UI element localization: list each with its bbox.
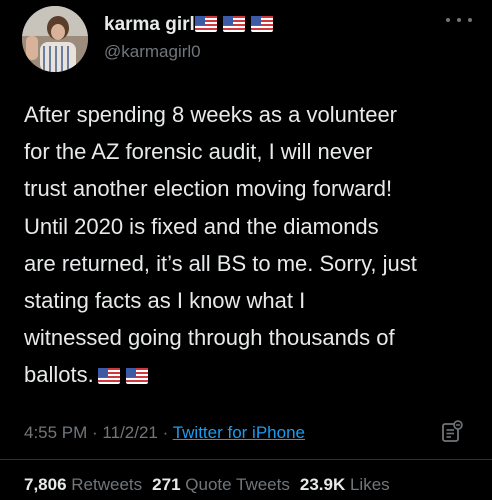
tweet-source-link[interactable]: Twitter for iPhone <box>173 423 305 442</box>
meta-separator: · <box>157 423 173 442</box>
likes-label: Likes <box>349 475 390 494</box>
avatar[interactable] <box>22 6 88 72</box>
us-flag-icon <box>251 16 273 32</box>
tweet-time[interactable]: 4:55 PM <box>24 423 87 442</box>
quote-tweets-count: 271 <box>152 475 181 494</box>
us-flag-icon <box>125 358 148 385</box>
user-handle[interactable]: @karmagirl0 <box>104 42 201 62</box>
retweets-count: 7,806 <box>24 475 67 494</box>
tweet-text-line: witnessed going through thousands of <box>24 325 395 351</box>
quote-tweets-stat[interactable]: 271 Quote Tweets <box>152 475 290 494</box>
more-dot <box>457 18 461 22</box>
tweet-text-line: ballots. <box>24 362 94 388</box>
tweet-text-last-line: ballots. <box>24 356 490 393</box>
tweet-text-line: After spending 8 weeks as a volunteer <box>24 102 398 127</box>
likes-count: 23.9K <box>299 475 346 494</box>
tweet-text-line: stating facts as I know what I <box>24 288 306 314</box>
retweets-label: Retweets <box>71 475 143 494</box>
likes-stat[interactable]: 23.9K Likes <box>300 475 390 494</box>
us-flag-icon <box>97 358 120 385</box>
tweet-text-line: are returned, it’s all BS to me. Sorry, … <box>24 250 417 276</box>
retweets-stat[interactable]: 7,806 Retweets <box>24 475 142 494</box>
us-flag-icon <box>223 16 245 32</box>
tweet-text-line: for the AZ forensic audit, I will never <box>24 139 373 165</box>
display-name[interactable]: karma girl <box>104 14 195 36</box>
tweet-text-line: trust another election moving forward! <box>24 176 393 202</box>
tweet-text: After spending 8 weeks as a volunteer fo… <box>24 96 490 394</box>
tweet-stats: 7,806 Retweets 271 Quote Tweets 23.9K Like… <box>24 475 390 495</box>
trailing-flags <box>97 358 148 385</box>
tweet-date[interactable]: 11/2/21 <box>102 423 157 442</box>
more-dot <box>446 18 450 22</box>
name-flags <box>195 16 273 34</box>
us-flag-icon <box>195 16 217 32</box>
more-options-icon[interactable] <box>446 12 472 28</box>
quote-tweets-label: Quote Tweets <box>185 475 290 494</box>
meta-separator: · <box>87 423 103 442</box>
tweet-text-line: Until 2020 is fixed and the diamonds <box>24 213 379 239</box>
divider <box>0 459 492 460</box>
more-dot <box>468 18 472 22</box>
tweet-meta: 4:55 PM · 11/2/21 · Twitter for iPhone <box>24 423 305 443</box>
tweet: karma girl @karmagirl0 After spending 8 … <box>0 0 492 500</box>
analytics-icon[interactable] <box>440 420 464 444</box>
